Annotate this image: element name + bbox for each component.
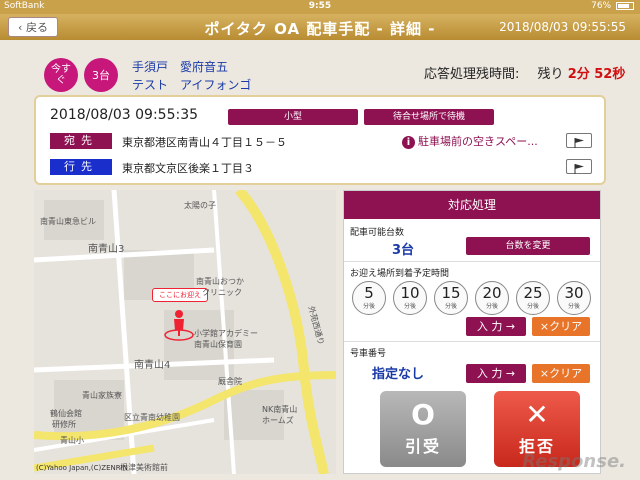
eta-label: お迎え場所到着予定時間 [350, 269, 450, 279]
battery-percent: 76% [591, 1, 612, 11]
map-label: 鶴仙会館 [50, 409, 82, 418]
badge-now: 今すぐ [44, 58, 78, 92]
map-label: 南青山保育園 [194, 340, 242, 349]
goto-flag-button[interactable] [566, 159, 592, 174]
request-datetime: 2018/08/03 09:55:35 [50, 107, 199, 123]
map-label: 研修所 [52, 420, 76, 429]
eta-10-button[interactable]: 10 分後 [393, 281, 427, 315]
info-icon: i [402, 136, 415, 149]
flag-icon [574, 138, 584, 148]
eta-25-button[interactable]: 25 分後 [516, 281, 550, 315]
close-icon: ✕ [525, 398, 549, 431]
map-pin-label: ここにお迎え [152, 288, 208, 302]
change-count-button[interactable]: 台数を変更 [466, 237, 590, 255]
map-label: 南青山4 [134, 360, 171, 371]
map-label: 厩舎院 [218, 377, 242, 386]
remaining-value: 2分 52秒 [567, 67, 626, 82]
map-label: 区立青南幼稚園 [124, 413, 180, 422]
status-bar: SoftBank 9:55 76% [0, 0, 640, 14]
map-label: 青山小 [60, 436, 84, 445]
remaining-time: 応答処理残時間: 残り 2分 52秒 [424, 63, 625, 82]
accept-button[interactable]: O 引受 [380, 391, 466, 467]
battery-icon [616, 1, 634, 10]
eta-20-button[interactable]: 20 分後 [475, 281, 509, 315]
remaining-label: 応答処理残時間: [424, 67, 520, 82]
map-label: 太陽の子 [184, 201, 216, 210]
watermark: Response. [522, 451, 626, 472]
customer-name-kana: テスト アイフォンゴ [132, 78, 252, 92]
map-label: ホームズ [262, 416, 294, 425]
flag-icon [574, 164, 584, 174]
eta-5-button[interactable]: 5 分後 [352, 281, 386, 315]
map-graphic [34, 190, 336, 474]
request-details: 2018/08/03 09:55:35 小型 待合せ場所で待機 宛先 東京都港区… [34, 95, 606, 185]
destination-flag-button[interactable] [566, 133, 592, 148]
goto-label: 行先 [50, 159, 112, 175]
clock: 9:55 [308, 1, 332, 11]
accept-label: 引受 [404, 437, 441, 456]
map-label: 南青山東急ビル [40, 217, 96, 226]
dispatch-count-value: 3台 [392, 243, 415, 258]
destination-note[interactable]: i 駐車場前の空きスペー... [402, 133, 538, 149]
map-label: 小学館アカデミー [194, 329, 258, 338]
vehicle-type-tag: 小型 [228, 109, 358, 125]
map-label: NK南青山 [262, 405, 298, 414]
eta-30-button[interactable]: 30 分後 [557, 281, 591, 315]
action-panel: 対応処理 配車可能台数 3台 台数を変更 お迎え場所到着予定時間 5 分後 10 分… [343, 190, 601, 474]
back-button[interactable]: ‹ 戻る [8, 17, 58, 37]
remaining-prefix: 残り [537, 67, 564, 82]
map-label: 南青山3 [88, 244, 125, 255]
eta-clear-button[interactable]: ×クリア [532, 317, 590, 336]
eta-input-button[interactable]: 入 力 → [466, 317, 526, 336]
goto-address: 東京都文京区後楽１丁目３ [122, 162, 254, 175]
wait-option-tag: 待合せ場所で待機 [364, 109, 494, 125]
car-number-value: 指定なし [372, 367, 425, 382]
panel-title: 対応処理 [344, 191, 600, 219]
map-label: 南青山おつか [196, 277, 244, 286]
destination-address: 東京都港区南青山４丁目１５－５ [122, 136, 287, 149]
car-clear-button[interactable]: ×クリア [532, 364, 590, 383]
battery-indicator: 76% [591, 1, 634, 11]
chevron-left-icon: ‹ [18, 21, 26, 34]
map-label: 青山家族寮 [82, 391, 122, 400]
header-datetime: 2018/08/03 09:55:55 [499, 20, 626, 34]
back-label: 戻る [25, 21, 48, 34]
customer-name: 手須戸 愛府音五 [132, 60, 229, 74]
car-input-button[interactable]: 入 力 → [466, 364, 526, 383]
dispatch-count-label: 配車可能台数 [350, 228, 405, 238]
circle-icon: O [411, 398, 435, 431]
map-view[interactable]: ここにお迎え 太陽の子 南青山東急ビル 南青山3 南青山おつか クリニック 小学… [34, 190, 336, 474]
car-number-label: 号車番号 [350, 349, 387, 359]
badge-car-count: 3台 [84, 58, 118, 92]
nav-header: ‹ 戻る ポイタク OA 配車手配 - 詳細 - 2018/08/03 09:5… [0, 14, 640, 40]
map-copyright: (C)Yahoo Japan,(C)ZENRIN [36, 464, 128, 472]
eta-15-button[interactable]: 15 分後 [434, 281, 468, 315]
destination-label: 宛先 [50, 133, 112, 149]
map-label: クリニック [202, 288, 242, 297]
destination-note-text: 駐車場前の空きスペー... [418, 135, 538, 148]
